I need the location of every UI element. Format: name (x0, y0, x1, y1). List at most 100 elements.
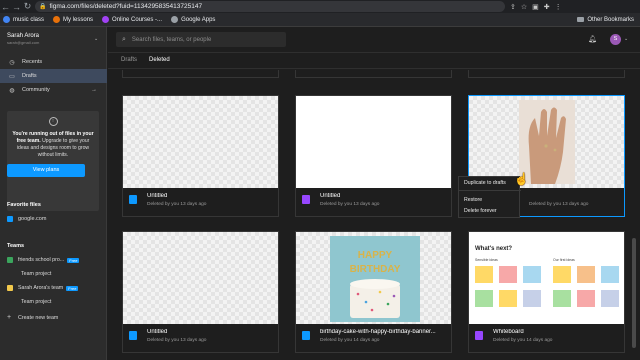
favorite-label: google.com (18, 216, 47, 222)
sidebar-item-drafts[interactable]: ▭ Drafts (0, 69, 107, 83)
sidebar-item-recents[interactable]: ◷ Recents (0, 55, 107, 69)
view-plans-button[interactable]: View plans (7, 164, 85, 177)
search-input[interactable]: ⌕ Search files, teams, or people (116, 32, 286, 47)
sidebar-item-label: Recents (22, 59, 43, 65)
grid-icon (171, 16, 179, 23)
bookmark-my-lessons[interactable]: My lessons (53, 16, 93, 23)
restore-item[interactable]: Restore (464, 197, 482, 203)
file-thumbnail: What's next? Sensible ideas Our first id… (469, 232, 624, 324)
bookmark-label: Google Apps (181, 16, 216, 23)
create-new-team[interactable]: + Create new team (7, 314, 58, 321)
scrollbar[interactable] (632, 238, 636, 348)
tab-deleted[interactable]: Deleted (149, 57, 170, 63)
bookmark-icon (102, 16, 110, 23)
upload-icon: ↑ (48, 117, 58, 126)
file-name: Untitled (147, 193, 168, 199)
search-placeholder: Search files, teams, or people (131, 36, 212, 43)
account-switcher[interactable]: Sarah Arora sarah@gmail.com (7, 33, 39, 45)
bookmark-icon (53, 16, 61, 23)
team-color-icon (7, 285, 13, 291)
team-label: Team project (21, 299, 52, 305)
bookmark-online-courses[interactable]: Online Courses -... (102, 16, 162, 23)
file-thumbnail (469, 96, 624, 188)
hand-cursor-icon: ☝ (514, 172, 529, 186)
file-thumbnail (296, 96, 451, 188)
file-date: Deleted by you 14 days ago (493, 338, 553, 343)
other-bookmarks[interactable]: Other Bookmarks (577, 17, 634, 23)
browser-toolbar: ← → ↻ 🔒 figma.com/files/deleted?fuid=113… (0, 0, 640, 13)
file-date: Deleted by you 13 days ago (147, 338, 207, 343)
file-thumbnail (123, 96, 278, 188)
team-project[interactable]: Team project (21, 299, 51, 305)
context-menu: Duplicate to drafts Restore Delete forev… (458, 176, 521, 218)
bell-icon[interactable]: 🔔︎ (588, 35, 597, 43)
file-date: Deleted by you 13 days ago (529, 202, 589, 207)
account-email: sarah@gmail.com (7, 40, 40, 45)
search-icon: ⌕ (122, 35, 126, 43)
forward-icon[interactable]: → (11, 2, 22, 12)
address-bar[interactable]: 🔒 figma.com/files/deleted?fuid=113429583… (35, 1, 505, 12)
file-icon: ▭ (9, 73, 15, 80)
file-thumbnail (123, 232, 278, 324)
delete-forever-item[interactable]: Delete forever (464, 208, 497, 214)
menu-divider (459, 190, 521, 191)
arrow-right-icon: → (91, 87, 97, 93)
upgrade-promo: ↑ You're running out of files in your fr… (7, 111, 99, 211)
tab-bar: Drafts Deleted (108, 53, 640, 69)
team-color-icon (7, 257, 13, 263)
file-date: Deleted by you 14 days ago (320, 338, 380, 343)
team-label: friends school pro... (18, 257, 65, 263)
team-sarah-arora[interactable]: Sarah Arora's team Free (7, 285, 79, 291)
bookmark-label: Online Courses -... (112, 16, 163, 23)
cake-banner-line2: BIRTHDAY (350, 264, 401, 275)
promo-text: You're running out of files in your free… (12, 131, 94, 159)
extension-icon[interactable]: ▣ (532, 3, 539, 11)
team-project[interactable]: Team project (21, 271, 51, 277)
menu-icon[interactable]: ⋮ (555, 3, 562, 11)
favorites-heading: Favorite files (7, 202, 41, 208)
puzzle-icon[interactable]: ✚ (544, 3, 550, 11)
file-card[interactable]: HAPPY BIRTHDAY birthday-cake-with-happy-… (295, 231, 452, 353)
avatar[interactable]: S (610, 34, 621, 45)
reload-icon[interactable]: ↻ (22, 1, 33, 12)
figjam-file-icon (302, 195, 310, 204)
bookmark-icon (3, 16, 10, 23)
file-name: birthday-cake-with-happy-birthday-banner… (320, 329, 436, 335)
file-card[interactable]: Untitled Deleted by you 13 days ago (122, 95, 279, 217)
sidebar-item-community[interactable]: ◍ Community → (0, 83, 107, 97)
file-card[interactable]: What's next? Sensible ideas Our first id… (468, 231, 625, 353)
file-name: Untitled (320, 193, 341, 199)
bookmark-label: music class (13, 16, 45, 23)
cake-banner-line1: HAPPY (358, 250, 393, 261)
whiteboard-preview: What's next? Sensible ideas Our first id… (475, 246, 619, 307)
chevron-down-icon[interactable]: ⌄ (94, 36, 98, 42)
duplicate-to-drafts-item[interactable]: Duplicate to drafts (464, 180, 506, 186)
whiteboard-left-label: Sensible ideas (475, 258, 498, 262)
tab-drafts[interactable]: Drafts (121, 57, 137, 63)
figjam-file-icon (475, 331, 483, 340)
sidebar: Sarah Arora sarah@gmail.com ⌄ ◷ Recents … (0, 27, 107, 360)
file-card[interactable]: Untitled Deleted by you 13 days ago (122, 231, 279, 353)
cake-photo: HAPPY BIRTHDAY (330, 236, 420, 322)
back-icon[interactable]: ← (0, 2, 11, 12)
lock-icon: 🔒 (39, 4, 47, 10)
plus-icon: + (7, 314, 12, 321)
star-icon[interactable]: ☆ (521, 3, 527, 11)
file-card-partial (468, 70, 625, 78)
bookmark-music-class[interactable]: music class (3, 16, 44, 23)
file-card[interactable]: Untitled Deleted by you 13 days ago (295, 95, 452, 217)
favorite-file[interactable]: google.com (7, 216, 46, 222)
chevron-down-icon[interactable]: ⌄ (624, 36, 628, 42)
other-bookmarks-label: Other Bookmarks (587, 16, 634, 23)
team-label: Create new team (18, 314, 59, 321)
whiteboard-right-label: Our first ideas (553, 258, 575, 262)
url-text: figma.com/files/deleted?fuid=11342958354… (49, 3, 203, 10)
bookmarks-bar: music class My lessons Online Courses -.… (0, 13, 640, 27)
file-name: Untitled (147, 329, 168, 335)
file-name: Whiteboard (493, 329, 524, 335)
globe-icon: ◍ (9, 87, 15, 94)
bookmark-google-apps[interactable]: Google Apps (171, 16, 215, 23)
share-icon[interactable]: ⇪ (510, 3, 516, 11)
team-friends-school[interactable]: friends school pro... Free (7, 257, 80, 263)
team-label: Sarah Arora's team (18, 285, 64, 291)
